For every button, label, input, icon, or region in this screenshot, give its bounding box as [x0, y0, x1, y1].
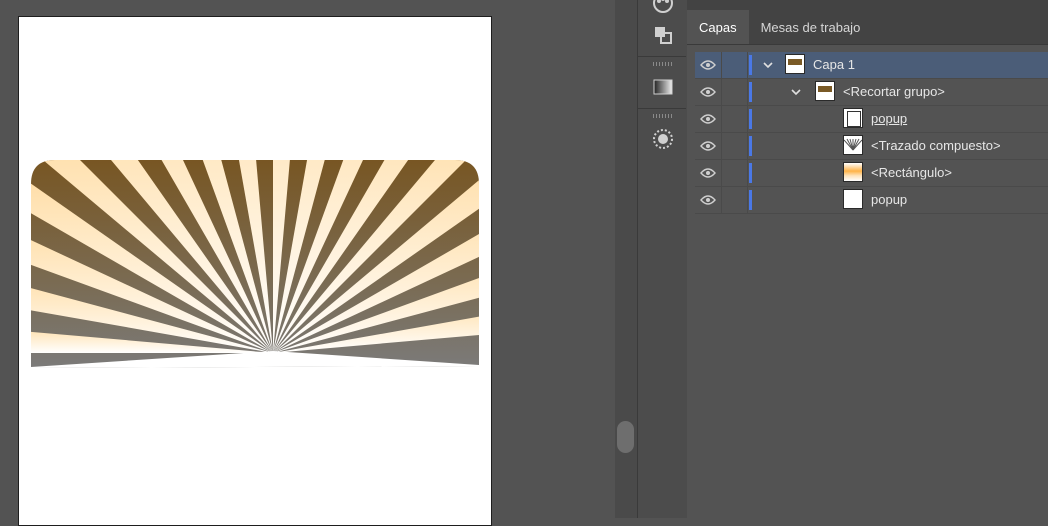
separator: [638, 108, 686, 109]
panel-dock-strip: [637, 0, 687, 518]
layer-thumbnail: [785, 54, 805, 74]
canvas-area[interactable]: [0, 0, 615, 526]
layer-thumbnail: [815, 81, 835, 101]
panel-tabs: Capas Mesas de trabajo: [687, 10, 1048, 45]
layer-row-rectangulo[interactable]: <Rectángulo>: [695, 160, 1048, 187]
tab-capas[interactable]: Capas: [687, 10, 749, 44]
layer-name: <Rectángulo>: [871, 165, 952, 180]
lock-toggle[interactable]: [721, 187, 748, 213]
lock-toggle[interactable]: [721, 133, 748, 159]
layer-row-capa-1[interactable]: Capa 1: [695, 52, 1048, 79]
chevron-down-icon[interactable]: [761, 52, 775, 78]
scrollbar-thumb[interactable]: [617, 421, 634, 453]
layer-list: Capa 1 <Recortar grupo> popup <Trazado c…: [695, 52, 1048, 214]
appearance-icon[interactable]: [650, 126, 676, 152]
layer-row-recortar-grupo[interactable]: <Recortar grupo>: [695, 79, 1048, 106]
visibility-eye-icon[interactable]: [695, 160, 722, 186]
layer-name: <Recortar grupo>: [843, 84, 945, 99]
grip-handle[interactable]: [653, 62, 673, 66]
layer-thumbnail: [843, 162, 863, 182]
layers-panel: Capas Mesas de trabajo Capa 1 <Recortar …: [687, 0, 1048, 518]
lock-toggle[interactable]: [721, 160, 748, 186]
visibility-eye-icon[interactable]: [695, 79, 722, 105]
layer-name: popup: [871, 192, 908, 207]
tab-mesas-de-trabajo[interactable]: Mesas de trabajo: [749, 10, 873, 44]
layer-row-popup[interactable]: popup: [695, 187, 1048, 214]
visibility-eye-icon[interactable]: [695, 133, 722, 159]
gradient-icon[interactable]: [650, 74, 676, 100]
layer-color-indicator: [749, 82, 752, 102]
layer-name: popup: [871, 111, 908, 126]
layer-thumbnail: [843, 135, 863, 155]
visibility-eye-icon[interactable]: [695, 187, 722, 213]
separator: [638, 56, 686, 57]
swatches-icon[interactable]: [650, 0, 676, 16]
layer-name: <Trazado compuesto>: [871, 138, 1001, 153]
visibility-eye-icon[interactable]: [695, 52, 722, 78]
artboard[interactable]: [18, 16, 492, 526]
layer-row-trazado-compuesto[interactable]: <Trazado compuesto>: [695, 133, 1048, 160]
layer-color-indicator: [749, 109, 752, 129]
layer-thumbnail: [843, 189, 863, 209]
lock-toggle[interactable]: [721, 106, 748, 132]
layer-color-indicator: [749, 136, 752, 156]
layer-color-indicator: [749, 190, 752, 210]
visibility-eye-icon[interactable]: [695, 106, 722, 132]
layer-name: Capa 1: [813, 57, 855, 72]
layer-color-indicator: [749, 163, 752, 183]
layer-color-indicator: [749, 55, 752, 75]
layer-thumbnail: [843, 108, 863, 128]
lock-toggle[interactable]: [721, 79, 748, 105]
layer-row-popup-clip[interactable]: popup: [695, 106, 1048, 133]
sunburst-artwork[interactable]: [31, 160, 479, 372]
pathfinder-icon[interactable]: [650, 22, 676, 48]
panel-top-bar: [687, 0, 1048, 10]
lock-toggle[interactable]: [721, 52, 748, 78]
grip-handle[interactable]: [653, 114, 673, 118]
chevron-down-icon[interactable]: [789, 79, 803, 105]
